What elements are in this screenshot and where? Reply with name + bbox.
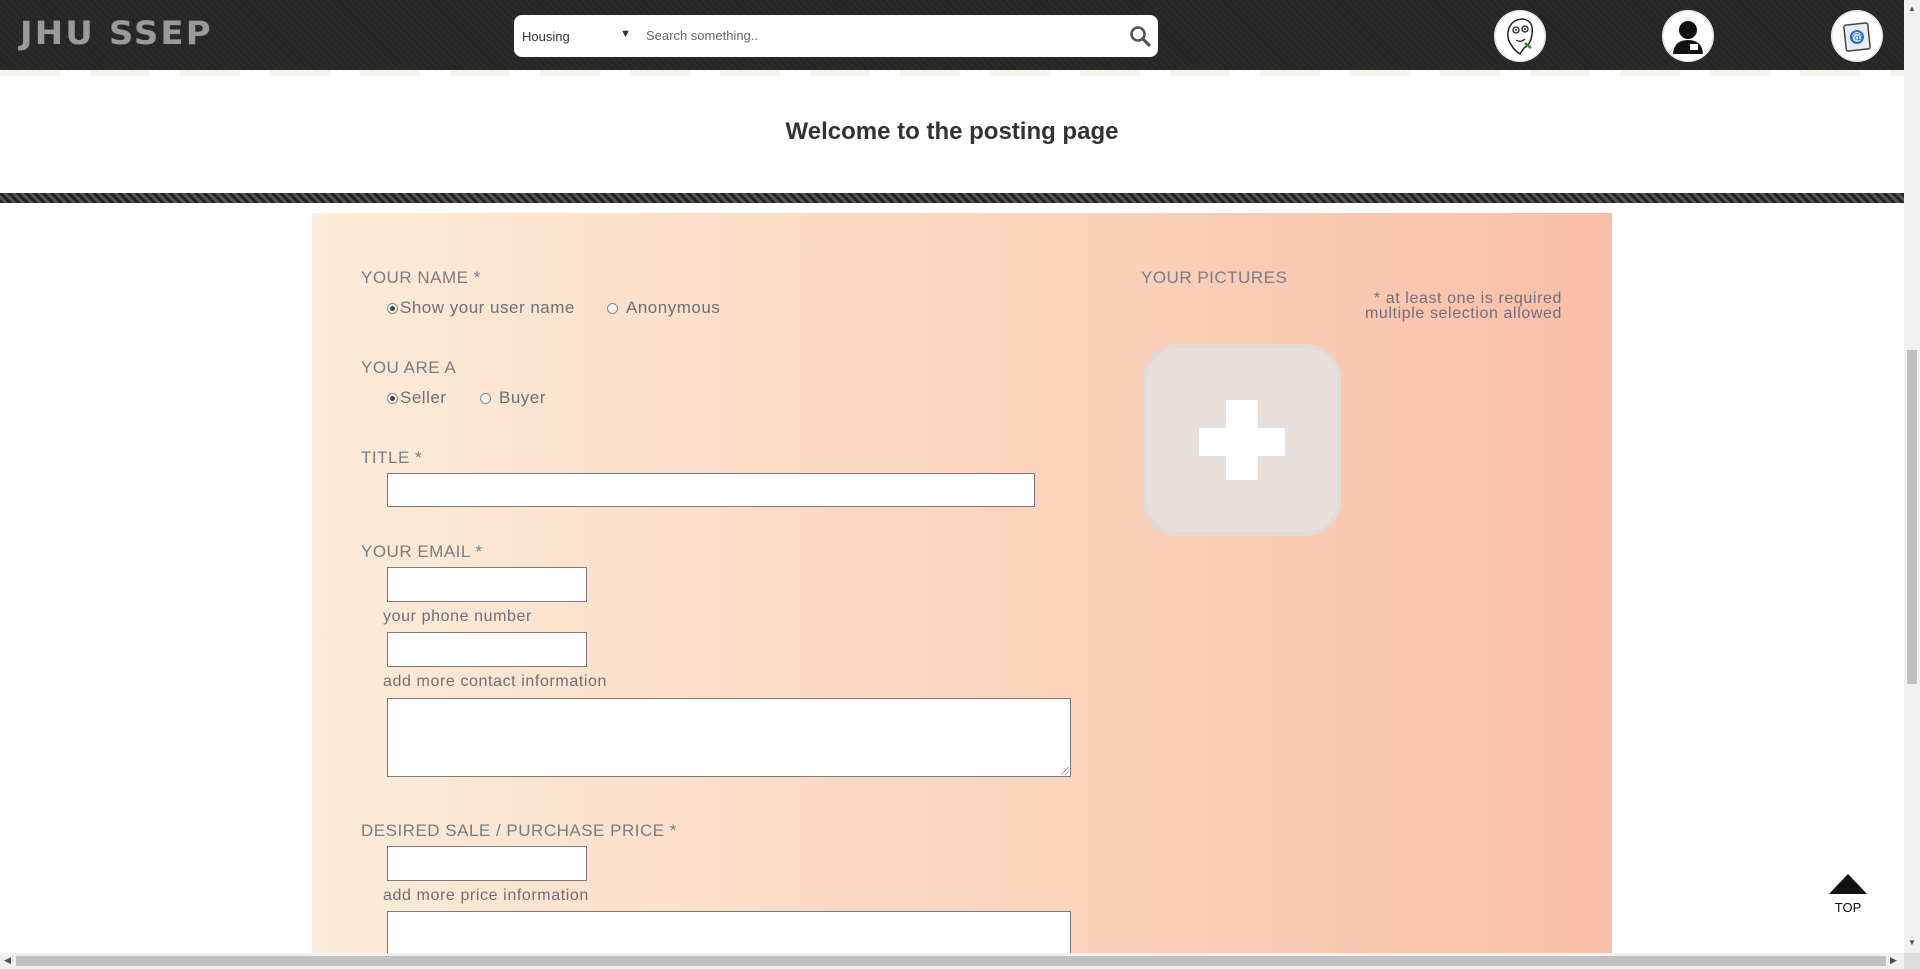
page-title: Welcome to the posting page — [785, 118, 1119, 145]
header-banner-strip — [0, 70, 1904, 76]
horizontal-scrollbar[interactable]: ◀ ▶ — [0, 953, 1904, 969]
back-to-top-button[interactable]: TOP — [1826, 874, 1870, 924]
radio-button[interactable] — [387, 302, 398, 314]
radio-label: Buyer — [499, 388, 546, 407]
radio-button[interactable] — [607, 302, 618, 314]
price-info-label: add more price information — [383, 887, 589, 904]
pictures-note: * at least one is required multiple sele… — [1300, 290, 1562, 322]
radio-button[interactable] — [480, 392, 491, 404]
radio-label: Anonymous — [626, 298, 721, 317]
contact-info-label: add more contact information — [383, 673, 608, 690]
email-label: YOUR EMAIL * — [361, 542, 483, 561]
price-label: DESIRED SALE / PURCHASE PRICE * — [361, 821, 677, 840]
phone-label: your phone number — [383, 608, 532, 625]
scroll-right-icon[interactable]: ▶ — [1890, 955, 1897, 966]
pictures-note-required: * at least one is required — [1373, 290, 1562, 307]
resize-grip-icon[interactable] — [1061, 767, 1069, 775]
radio-show-username[interactable]: Show your user name — [387, 298, 575, 318]
chevron-down-icon[interactable]: ▼ — [620, 28, 631, 40]
search-icon[interactable] — [1128, 24, 1152, 48]
divider — [0, 193, 1904, 203]
phone-field[interactable] — [387, 632, 587, 667]
scrollbar-corner — [1904, 953, 1920, 969]
page: JHU SSEP Housing ▼ Search something.. @ … — [0, 0, 1920, 969]
svg-text:@: @ — [1852, 31, 1863, 44]
pictures-note-multiple: multiple selection allowed — [1364, 305, 1562, 322]
pictures-label: YOUR PICTURES — [1141, 268, 1288, 287]
add-picture-button[interactable] — [1143, 344, 1341, 536]
name-label: YOUR NAME * — [361, 268, 481, 287]
vertical-scrollbar[interactable]: ▲ ▼ — [1904, 0, 1920, 953]
title-label: TITLE * — [361, 448, 423, 467]
site-logo[interactable]: JHU SSEP — [20, 14, 213, 52]
arrow-up-icon — [1829, 874, 1867, 894]
price-info-textarea[interactable] — [387, 911, 1071, 953]
plus-icon-bar — [1199, 428, 1285, 456]
mail-icon[interactable]: @ — [1831, 10, 1883, 62]
user-profile-icon[interactable] — [1662, 10, 1714, 62]
category-value: Housing — [522, 28, 570, 44]
role-label: YOU ARE A — [361, 358, 457, 377]
radio-anonymous[interactable]: Anonymous — [607, 298, 720, 318]
contact-info-textarea[interactable] — [387, 698, 1071, 777]
scrollbar-thumb[interactable] — [16, 956, 1886, 966]
radio-label: Show your user name — [400, 298, 575, 317]
scrollbar-thumb[interactable] — [1907, 350, 1917, 684]
radio-seller[interactable]: Seller — [387, 388, 446, 408]
radio-label: Seller — [400, 388, 447, 407]
title-input[interactable] — [387, 473, 1035, 507]
meme-avatar-icon[interactable] — [1494, 10, 1546, 62]
radio-button[interactable] — [387, 392, 398, 404]
search-input[interactable]: Search something.. — [646, 15, 758, 57]
email-field[interactable] — [387, 567, 587, 602]
top-nav: JHU SSEP Housing ▼ Search something.. @ — [0, 0, 1904, 70]
price-field[interactable] — [387, 846, 587, 881]
radio-buyer[interactable]: Buyer — [480, 388, 546, 408]
search-bar: Housing ▼ Search something.. — [514, 15, 1158, 57]
scroll-up-icon[interactable]: ▲ — [1908, 4, 1916, 13]
scroll-left-icon[interactable]: ◀ — [4, 955, 11, 966]
scroll-down-icon[interactable]: ▼ — [1908, 938, 1916, 947]
back-to-top-label: TOP — [1834, 900, 1862, 915]
